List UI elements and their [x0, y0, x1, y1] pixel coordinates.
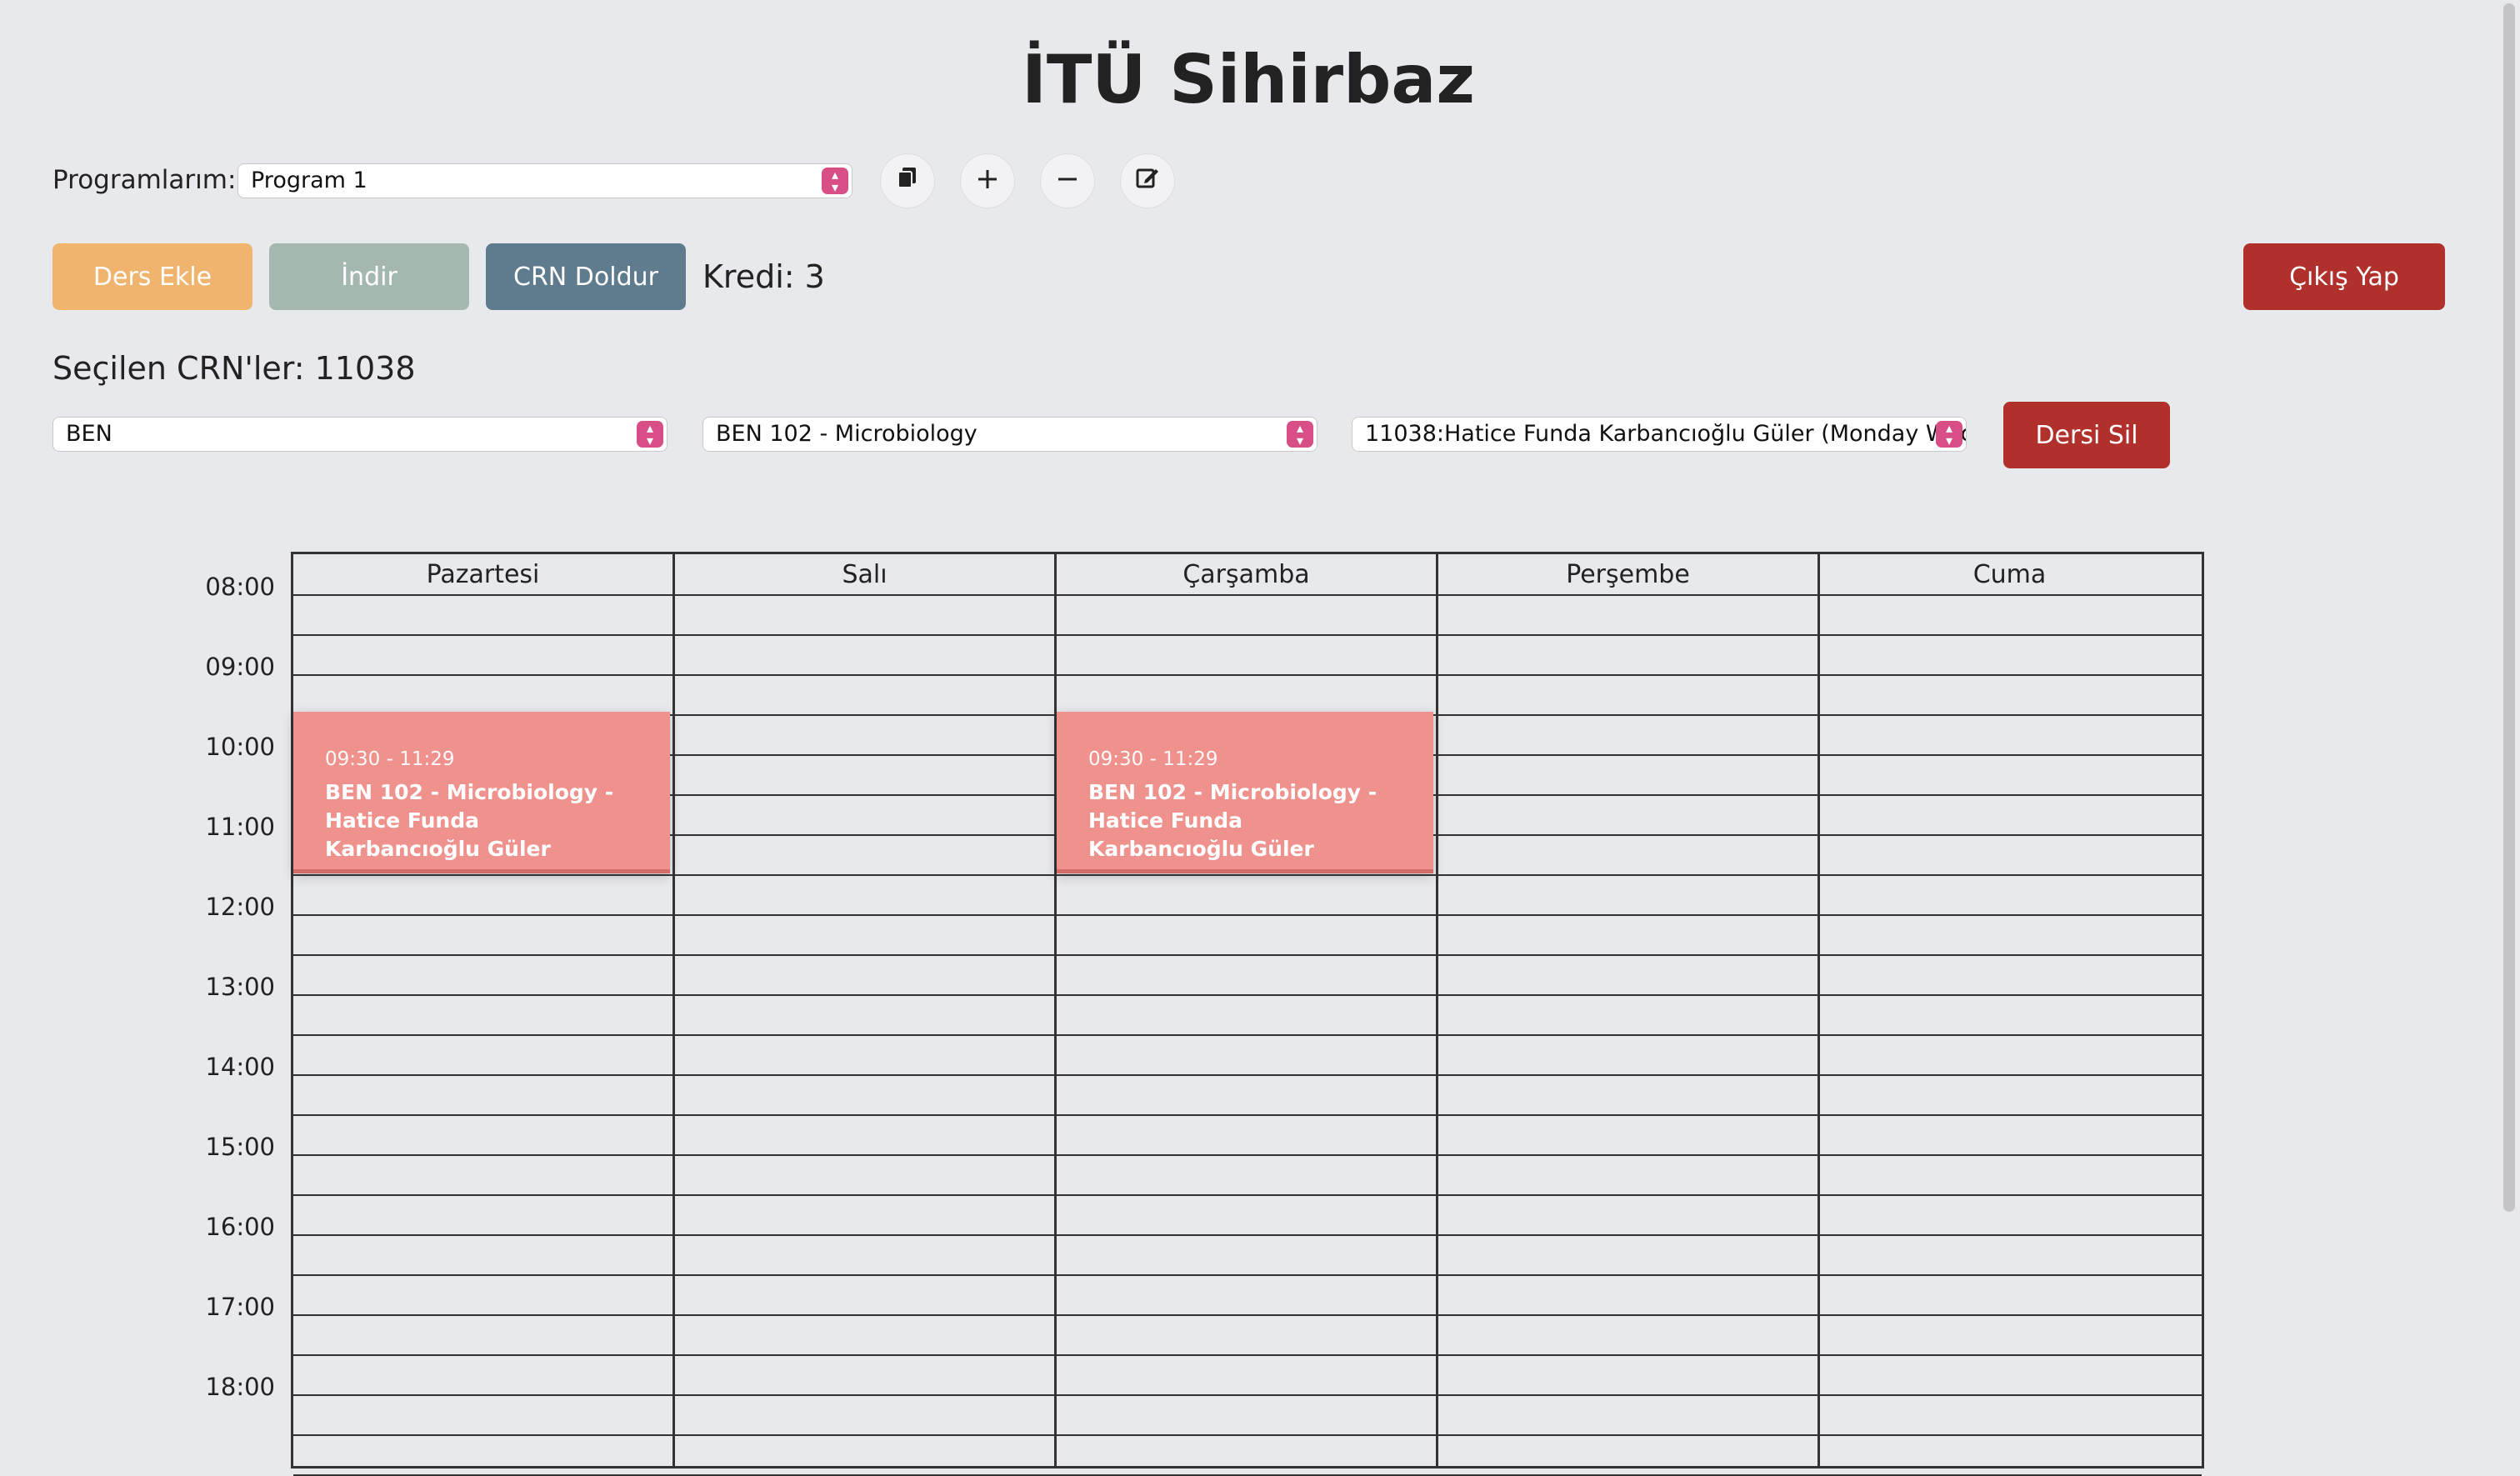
event-time: 09:30 - 11:29 — [1088, 748, 1218, 770]
add-program-button[interactable] — [960, 153, 1015, 208]
chevron-updown-icon: ▴ ▾ — [637, 421, 663, 448]
page-title: İTÜ Sihirbaz — [1022, 41, 1475, 118]
edit-icon — [1135, 164, 1160, 198]
chevron-updown-icon: ▴ ▾ — [822, 168, 848, 194]
time-label: 08:00 — [205, 573, 275, 601]
scrollbar-thumb[interactable] — [2503, 3, 2515, 1212]
time-label: 14:00 — [205, 1053, 275, 1081]
day-header: Çarşamba — [1057, 554, 1436, 596]
selected-crns: Seçilen CRN'ler: 11038 — [52, 350, 416, 387]
day-header: Pazartesi — [293, 554, 672, 596]
event-time: 09:30 - 11:29 — [325, 748, 455, 770]
download-button[interactable]: İndir — [269, 243, 469, 310]
credits-label: Kredi: 3 — [702, 258, 825, 295]
page-scrollbar[interactable] — [2500, 0, 2520, 1397]
time-label: 10:00 — [205, 733, 275, 761]
course-event[interactable]: 09:30 - 11:29 BEN 102 - Microbiology - Ha… — [1057, 712, 1433, 873]
time-label: 15:00 — [205, 1133, 275, 1161]
minus-icon — [1057, 164, 1078, 198]
fill-crn-button[interactable]: CRN Doldur — [486, 243, 686, 310]
time-label: 09:00 — [205, 653, 275, 681]
chevron-updown-icon: ▴ ▾ — [1287, 421, 1313, 448]
programs-label: Programlarım: — [52, 165, 237, 195]
time-label: 16:00 — [205, 1213, 275, 1241]
day-column: Cuma — [1820, 554, 2199, 1466]
course-select[interactable]: BEN 102 - Microbiology ▴ ▾ — [702, 417, 1318, 452]
day-column: Çarşamba — [1057, 554, 1438, 1466]
copy-icon — [895, 164, 920, 198]
event-title: BEN 102 - Microbiology - Hatice Funda Ka… — [1088, 780, 1378, 861]
event-title: BEN 102 - Microbiology - Hatice Funda Ka… — [325, 780, 614, 861]
section-select-value: 11038:Hatice Funda Karbancıoğlu Güler (M… — [1365, 421, 1966, 447]
day-column: Perşembe — [1438, 554, 1820, 1466]
subject-select-value: BEN — [66, 421, 112, 447]
day-column: Salı — [675, 554, 1057, 1466]
section-select[interactable]: 11038:Hatice Funda Karbancıoğlu Güler (M… — [1352, 417, 1967, 452]
logout-button[interactable]: Çıkış Yap — [2243, 243, 2445, 310]
day-header: Perşembe — [1438, 554, 1818, 596]
course-event[interactable]: 09:30 - 11:29 BEN 102 - Microbiology - Ha… — [293, 712, 670, 873]
subject-select[interactable]: BEN ▴ ▾ — [52, 417, 668, 452]
program-select[interactable]: Program 1 ▴ ▾ — [238, 163, 852, 198]
plus-icon — [977, 164, 998, 198]
remove-program-button[interactable] — [1040, 153, 1095, 208]
time-label: 11:00 — [205, 813, 275, 841]
program-select-value: Program 1 — [251, 168, 368, 193]
schedule-grid: Pazartesi Salı Çarşamba Perşembe Cuma — [291, 552, 2204, 1476]
rename-program-button[interactable] — [1120, 153, 1175, 208]
course-select-value: BEN 102 - Microbiology — [716, 421, 978, 447]
time-label: 12:00 — [205, 893, 275, 921]
time-label: 17:00 — [205, 1293, 275, 1321]
day-header: Salı — [675, 554, 1054, 596]
delete-course-button[interactable]: Dersi Sil — [2003, 402, 2170, 468]
chevron-updown-icon: ▴ ▾ — [1936, 421, 1962, 448]
time-label: 18:00 — [205, 1373, 275, 1401]
add-course-button[interactable]: Ders Ekle — [52, 243, 252, 310]
time-label: 13:00 — [205, 973, 275, 1001]
copy-program-button[interactable] — [880, 153, 935, 208]
day-column: Pazartesi — [293, 554, 675, 1466]
day-header: Cuma — [1820, 554, 2199, 596]
